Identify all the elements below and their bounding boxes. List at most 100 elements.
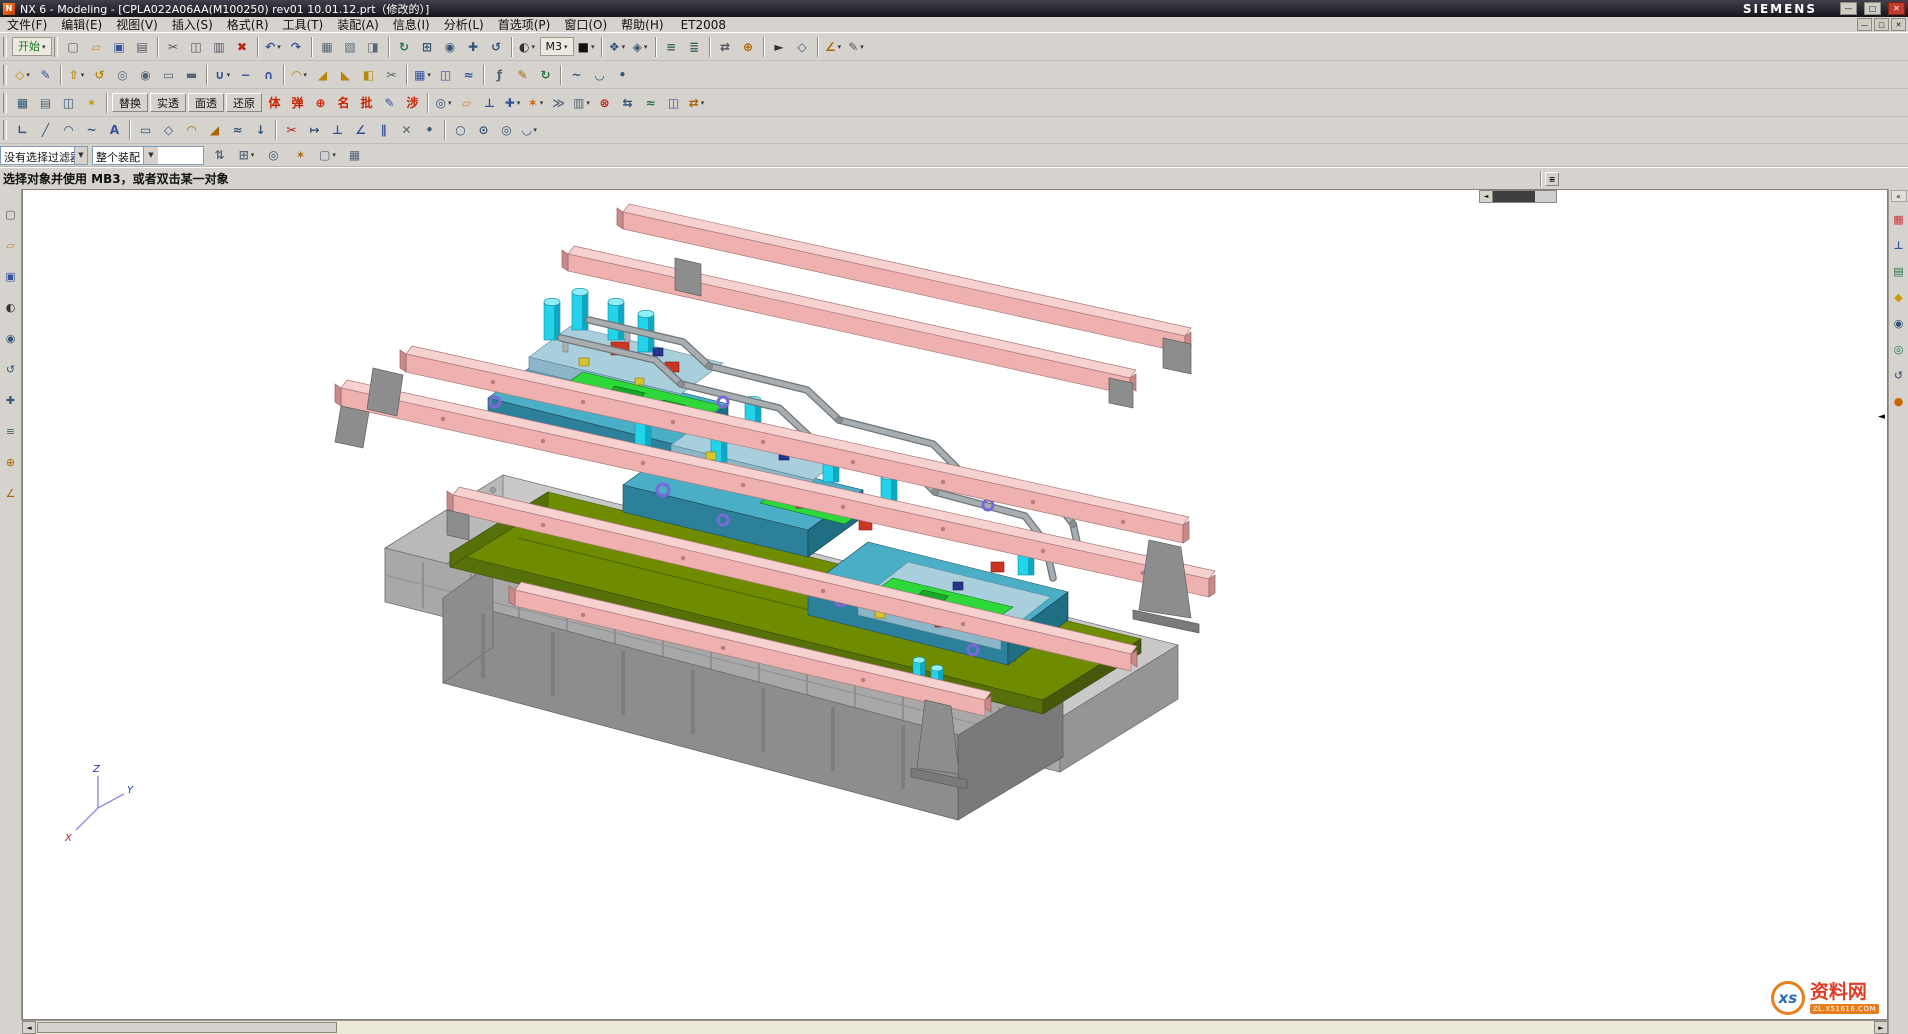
open-button[interactable]: ▱ <box>86 36 107 57</box>
pattern-feature-button[interactable]: ▦ <box>412 64 433 85</box>
replace-display-button[interactable]: 替换 <box>112 93 148 112</box>
rectangle-button[interactable]: ▭ <box>135 120 156 141</box>
snap-point-button[interactable]: ◇ <box>792 36 813 57</box>
datum-plane-button[interactable]: ◇ <box>12 64 33 85</box>
view-mini-scrollbar[interactable]: ◄ <box>1479 190 1557 203</box>
trim-body-button[interactable]: ✂ <box>381 64 402 85</box>
minimize-button[interactable]: — <box>1840 2 1857 15</box>
roles-tab[interactable]: ● <box>1890 393 1907 410</box>
menu-assemblies[interactable]: 装配(A) <box>330 17 386 32</box>
circle-button[interactable]: ○ <box>450 120 471 141</box>
close-button[interactable]: ✕ <box>1888 2 1905 15</box>
snap-view-button[interactable]: ◈ <box>630 36 651 57</box>
horizontal-scrollbar[interactable]: ◄ ► <box>22 1020 1888 1034</box>
cut-button[interactable]: ✂ <box>163 36 184 57</box>
batch-tool-button[interactable]: 批 <box>356 92 377 113</box>
assembly-navigator-button[interactable]: ▧ <box>340 36 361 57</box>
dock-shade-button[interactable]: ◐ <box>2 298 20 316</box>
constraint-navigator-tab[interactable]: ⊥ <box>1890 237 1907 254</box>
restore-display-button[interactable]: 还原 <box>226 93 262 112</box>
mdi-close-button[interactable]: ✕ <box>1891 18 1906 31</box>
chamfer-button[interactable]: ◢ <box>312 64 333 85</box>
fillet-button[interactable]: ◠ <box>181 120 202 141</box>
copy-button[interactable]: ◫ <box>186 36 207 57</box>
menu-tools[interactable]: 工具(T) <box>276 17 331 32</box>
find-component-button[interactable]: ◎ <box>433 92 454 113</box>
background-button[interactable]: ■ <box>576 36 597 57</box>
pan-button[interactable]: ✚ <box>463 36 484 57</box>
make-constraint-button[interactable]: ⊥ <box>327 120 348 141</box>
assembly-navigator-tab[interactable]: ▦ <box>1890 211 1907 228</box>
dock-open-button[interactable]: ▱ <box>2 236 20 254</box>
text-button[interactable]: A <box>104 120 125 141</box>
arrangements-button[interactable]: ▥ <box>571 92 592 113</box>
draft-button[interactable]: ◣ <box>335 64 356 85</box>
edit-feature-button[interactable]: ✎ <box>512 64 533 85</box>
scroll-thumb[interactable] <box>1493 191 1535 202</box>
menu-window[interactable]: 窗口(O) <box>557 17 614 32</box>
project-curve-button[interactable]: ↓ <box>250 120 271 141</box>
rotate-view-button[interactable]: ↺ <box>486 36 507 57</box>
dock-pan-button[interactable]: ✚ <box>2 391 20 409</box>
new-button[interactable]: ▢ <box>63 36 84 57</box>
wcs-dynamics-button[interactable]: ⊕ <box>738 36 759 57</box>
fit-view-button[interactable]: ⊞ <box>417 36 438 57</box>
quick-trim-button[interactable]: ✂ <box>281 120 302 141</box>
delete-button[interactable]: ✖ <box>232 36 253 57</box>
status-options-button[interactable]: ≡ <box>1545 172 1559 186</box>
circle-center-button[interactable]: ⊙ <box>473 120 494 141</box>
toolbar-grip[interactable] <box>3 93 7 113</box>
dock-zoom-button[interactable]: ◉ <box>2 329 20 347</box>
grid-snap-button[interactable]: ▦ <box>344 145 365 166</box>
undo-button[interactable]: ↶ <box>263 36 284 57</box>
center-target-button[interactable]: ⊕ <box>310 92 331 113</box>
edge-blend-button[interactable]: ◠ <box>289 64 310 85</box>
zoom-button[interactable]: ◉ <box>440 36 461 57</box>
menu-et2008[interactable]: ET2008 <box>671 17 736 32</box>
menu-edit[interactable]: 编辑(E) <box>54 17 109 32</box>
menu-help[interactable]: 帮助(H) <box>614 17 670 32</box>
reuse-library-tab[interactable]: ◆ <box>1890 289 1907 306</box>
chevron-down-icon[interactable]: ▼ <box>74 147 87 164</box>
pad-button[interactable]: ▬ <box>181 64 202 85</box>
part-navigator-tab[interactable]: ▤ <box>1890 263 1907 280</box>
offset-surface-button[interactable]: ≈ <box>458 64 479 85</box>
intersection-point-button[interactable]: ✕ <box>396 120 417 141</box>
parallel-constraint-button[interactable]: ∥ <box>373 120 394 141</box>
toolbar-grip[interactable] <box>54 37 58 57</box>
line-button[interactable]: ╱ <box>35 120 56 141</box>
highlight-selection-button[interactable]: ✶ <box>290 145 311 166</box>
boss-button[interactable]: ◉ <box>135 64 156 85</box>
annotation-button[interactable]: ✎ <box>846 36 867 57</box>
collapse-resource-bar-button[interactable]: « <box>1891 190 1907 202</box>
interpart-link-button[interactable]: ⇆ <box>617 92 638 113</box>
point-button[interactable]: • <box>612 64 633 85</box>
scroll-right-icon[interactable]: ► <box>1874 1021 1888 1034</box>
arc-button[interactable]: ◠ <box>58 120 79 141</box>
offset-curve-button[interactable]: ≈ <box>227 120 248 141</box>
selection-scope-combo[interactable]: 整个装配 ▼ <box>92 146 204 165</box>
quick-extend-button[interactable]: ↦ <box>304 120 325 141</box>
note-edit-button[interactable]: ✎ <box>379 92 400 113</box>
sequence-button[interactable]: ≫ <box>548 92 569 113</box>
interference-button[interactable]: 涉 <box>402 92 423 113</box>
mirror-assembly-button[interactable]: ◫ <box>663 92 684 113</box>
wave-geometry-button[interactable]: ≈ <box>640 92 661 113</box>
start-button[interactable]: 开始 <box>12 37 52 56</box>
part-navigator-button[interactable]: ▦ <box>317 36 338 57</box>
intersect-button[interactable]: ∩ <box>258 64 279 85</box>
selection-filter-combo[interactable]: 没有选择过滤器 ▼ <box>0 146 88 165</box>
paste-button[interactable]: ▥ <box>209 36 230 57</box>
save-button[interactable]: ▣ <box>109 36 130 57</box>
dock-rotate-button[interactable]: ↺ <box>2 360 20 378</box>
internet-explorer-tab[interactable]: ◎ <box>1890 341 1907 358</box>
toolbar-grip[interactable] <box>3 37 7 57</box>
spring-tool-button[interactable]: 弹 <box>287 92 308 113</box>
chamfer-sketch-button[interactable]: ◢ <box>204 120 225 141</box>
toolbar-grip[interactable] <box>3 120 7 140</box>
rectangle-select-button[interactable]: ▢ <box>317 145 338 166</box>
dock-new-button[interactable]: ▢ <box>2 205 20 223</box>
show-body-button[interactable]: 体 <box>264 92 285 113</box>
check-clearance-button[interactable]: ⊗ <box>594 92 615 113</box>
menu-preferences[interactable]: 首选项(P) <box>491 17 558 32</box>
